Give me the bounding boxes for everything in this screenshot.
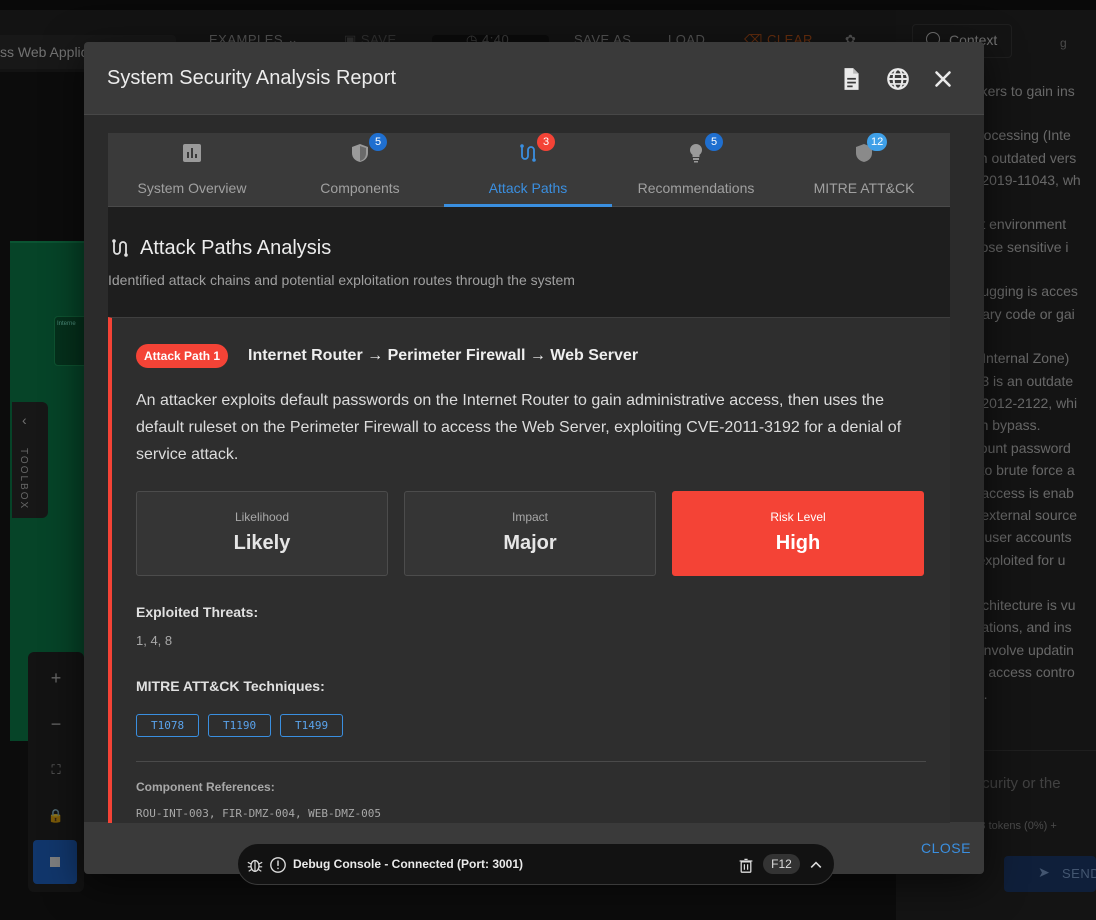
- tab-components[interactable]: 5 Components: [276, 133, 444, 207]
- globe-icon[interactable]: [885, 66, 911, 92]
- info-icon: [270, 857, 286, 873]
- exploited-threats-label: Exploited Threats:: [136, 604, 259, 620]
- risk-level-value: High: [775, 532, 821, 554]
- route-icon: [112, 239, 128, 257]
- component-references-label: Component References:: [136, 780, 275, 794]
- tab-label: System Overview: [137, 180, 247, 196]
- tab-mitre-attack[interactable]: 12 MITRE ATT&CK: [780, 133, 948, 207]
- likelihood-value: Likely: [233, 532, 291, 554]
- dialog-body: System Overview 5 Components 3 Attack Pa…: [84, 114, 984, 823]
- attack-paths-section: Attack Paths Analysis Identified attack …: [108, 207, 950, 823]
- exploited-threats-value: 1, 4, 8: [136, 633, 173, 648]
- route-icon: [520, 144, 536, 162]
- tab-label: Components: [320, 180, 400, 196]
- debug-status: Debug Console - Connected (Port: 3001): [293, 857, 524, 871]
- chart-icon: [183, 144, 201, 162]
- tab-label: MITRE ATT&CK: [813, 180, 915, 196]
- attack-path-card: Attack Path 1 Internet Router → Perimete…: [108, 317, 950, 823]
- report-tabs: System Overview 5 Components 3 Attack Pa…: [108, 133, 950, 207]
- chevron-up-icon[interactable]: [808, 857, 824, 873]
- impact-value: Major: [503, 532, 557, 554]
- dialog-title: System Security Analysis Report: [107, 67, 396, 89]
- section-subtitle: Identified attack chains and potential e…: [108, 272, 575, 288]
- risk-level-label: Risk Level: [770, 510, 826, 524]
- technique-chip[interactable]: T1190: [208, 714, 272, 737]
- shield-icon: [352, 144, 368, 162]
- tab-recommendations[interactable]: 5 Recommendations: [612, 133, 780, 207]
- trash-icon[interactable]: [738, 857, 754, 873]
- technique-chip[interactable]: T1078: [136, 714, 200, 737]
- impact-card: Impact Major: [404, 491, 656, 576]
- tab-badge: 5: [369, 133, 387, 151]
- mitre-techniques-label: MITRE ATT&CK Techniques:: [136, 678, 325, 694]
- bug-icon: [247, 859, 263, 872]
- tab-system-overview[interactable]: System Overview: [108, 133, 276, 207]
- technique-chip[interactable]: T1499: [280, 714, 344, 737]
- attack-path-badge: Attack Path 1: [136, 344, 229, 368]
- likelihood-label: Likelihood: [234, 510, 290, 524]
- section-title: Attack Paths Analysis: [140, 237, 332, 259]
- divider: [136, 761, 926, 762]
- tab-label: Recommendations: [637, 180, 755, 196]
- tab-badge: 5: [705, 133, 723, 151]
- attack-path-route: Internet Router → Perimeter Firewall → W…: [248, 347, 639, 364]
- risk-level-card: Risk Level High: [672, 491, 924, 576]
- dialog-scroll-area[interactable]: System Overview 5 Components 3 Attack Pa…: [108, 133, 950, 823]
- close-button[interactable]: CLOSE: [921, 840, 971, 856]
- shortcut-badge: F12: [763, 854, 800, 874]
- attack-path-description: An attacker exploits default passwords o…: [136, 392, 902, 463]
- close-icon[interactable]: [930, 66, 956, 92]
- tab-badge: 3: [537, 133, 555, 151]
- tab-badge: 12: [867, 133, 888, 151]
- tab-label: Attack Paths: [488, 180, 568, 196]
- component-references-value: ROU-INT-003, FIR-DMZ-004, WEB-DMZ-005: [136, 807, 382, 820]
- impact-label: Impact: [511, 510, 548, 524]
- tab-attack-paths[interactable]: 3 Attack Paths: [444, 133, 612, 207]
- lightbulb-icon: [689, 143, 703, 163]
- likelihood-card: Likelihood Likely: [136, 491, 388, 576]
- document-icon[interactable]: [838, 66, 864, 92]
- debug-console-bar[interactable]: Debug Console - Connected (Port: 3001) F…: [237, 843, 835, 885]
- security-report-dialog: System Security Analysis Report System O…: [84, 42, 984, 874]
